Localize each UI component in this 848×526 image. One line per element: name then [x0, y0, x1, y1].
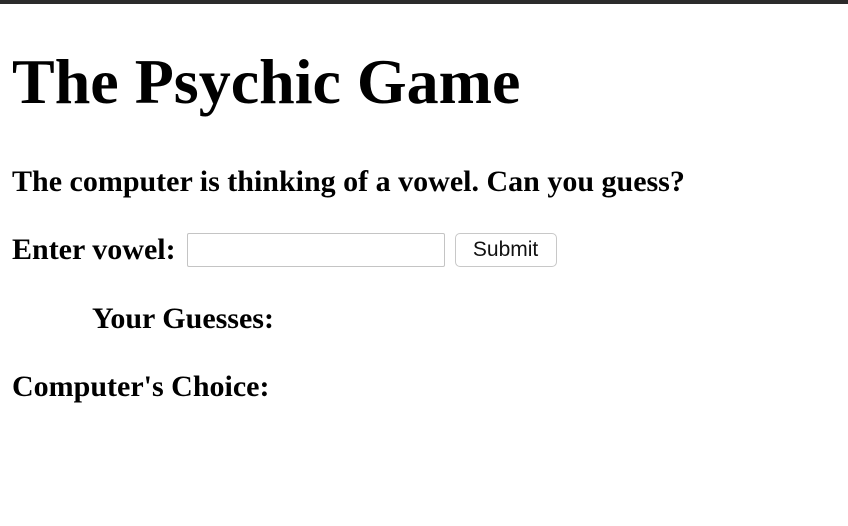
vowel-input[interactable]: [186, 233, 445, 267]
page-title: The Psychic Game: [12, 46, 521, 117]
computer-choice-label: Computer's Choice:: [12, 370, 270, 403]
vowel-input-label: Enter vowel:: [12, 233, 176, 266]
page: The Psychic Game The computer is thinkin…: [0, 0, 848, 526]
window-top-border: [0, 0, 848, 4]
game-prompt: The computer is thinking of a vowel. Can…: [12, 165, 685, 198]
vowel-entry-form: Enter vowel: Submit: [12, 230, 557, 270]
submit-button[interactable]: Submit: [454, 233, 557, 267]
your-guesses-label: Your Guesses:: [92, 302, 274, 335]
